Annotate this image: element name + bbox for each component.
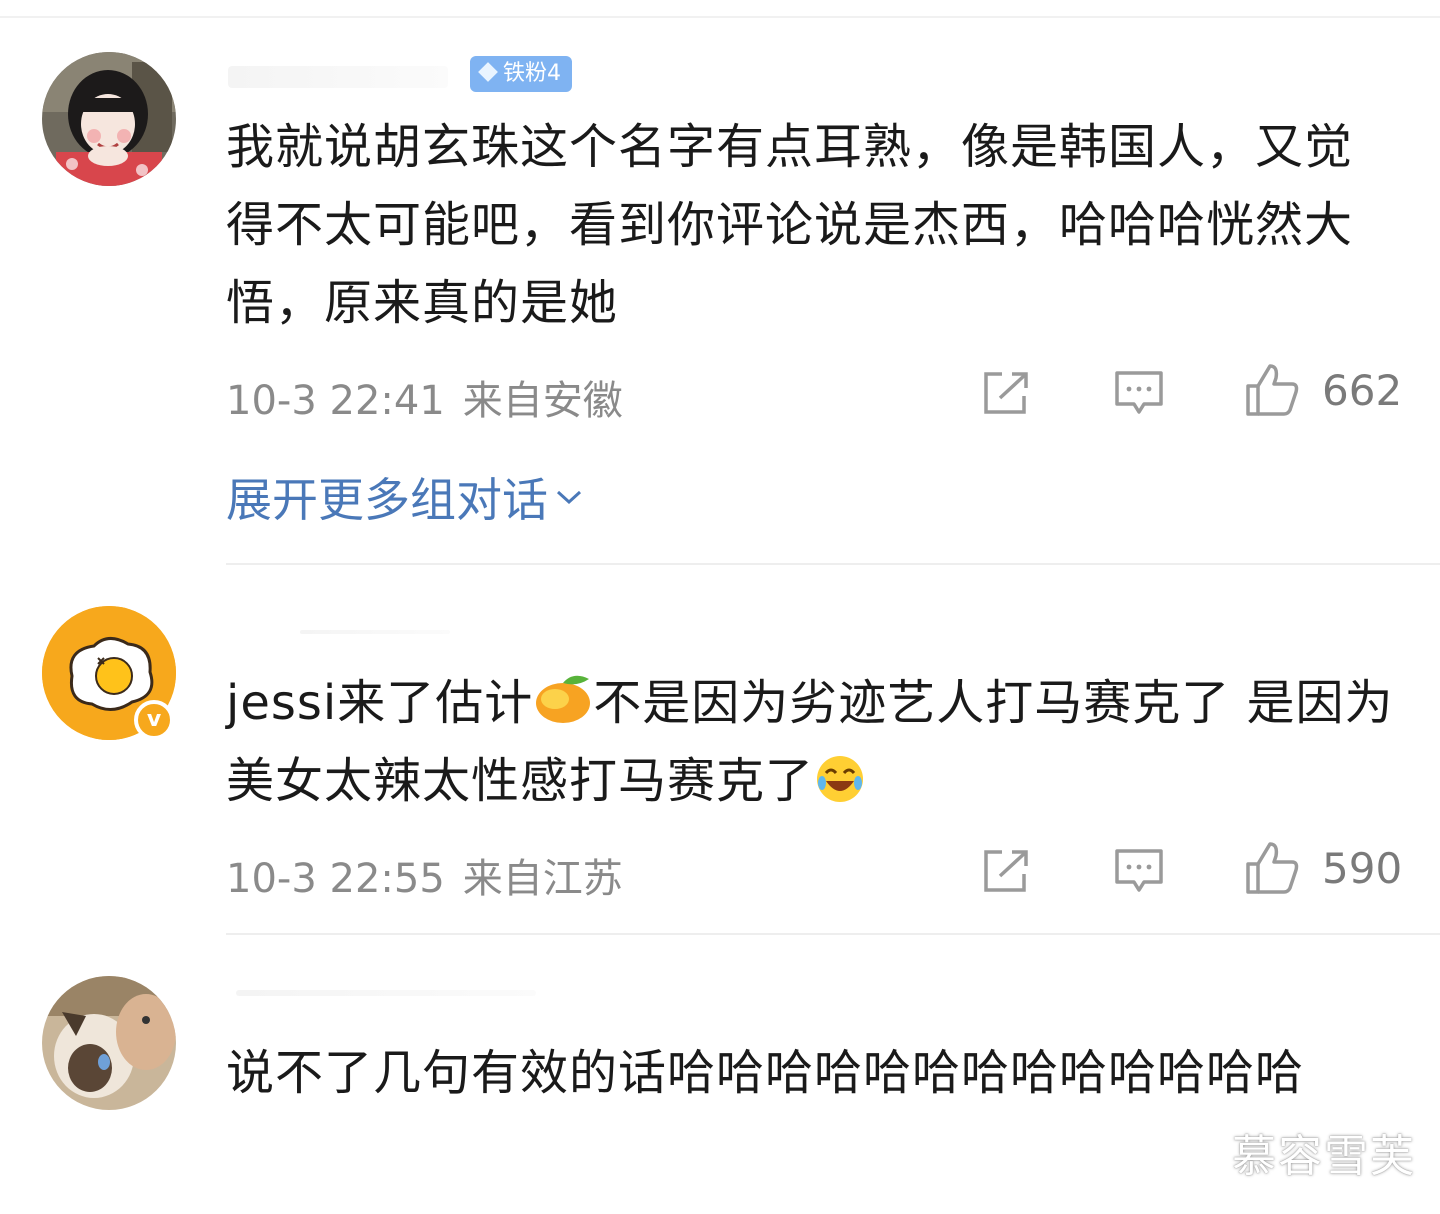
divider — [226, 563, 1440, 565]
avatar[interactable] — [42, 52, 176, 186]
comment-icon — [1115, 371, 1163, 414]
comment-text: 说不了几句有效的话哈哈哈哈哈哈哈哈哈哈哈哈哈 — [226, 1045, 1305, 1101]
thumbs-up-icon — [1246, 842, 1299, 894]
share-icon — [984, 850, 1028, 892]
comment-icon — [1115, 849, 1163, 892]
share-button[interactable] — [982, 370, 1032, 416]
reply-button[interactable] — [1114, 848, 1164, 896]
like-count: 662 — [1322, 365, 1403, 415]
comment-location: 来自江苏 — [462, 856, 623, 902]
share-icon — [984, 372, 1028, 414]
divider — [226, 933, 1440, 935]
expand-conversation-link[interactable]: 展开更多组对话 — [226, 464, 584, 530]
comment-time: 10-3 22:55 — [226, 856, 445, 902]
chevron-down-icon — [556, 490, 582, 505]
expand-label: 展开更多组对话 — [226, 473, 548, 527]
avatar[interactable] — [42, 976, 176, 1110]
username[interactable] — [236, 990, 536, 996]
username[interactable] — [300, 630, 450, 634]
laugh-cry-emoji — [817, 756, 864, 802]
like-button[interactable]: 662 — [1244, 362, 1402, 418]
username[interactable] — [228, 66, 448, 88]
comment-text: jessi来了估计 不是因为劣迹艺人打马赛克了 是因为美女太辣太性感打马赛克了 — [226, 664, 1401, 820]
mango-emoji — [536, 675, 591, 723]
comment-meta: 10-3 22:55 来自江苏 — [226, 846, 623, 904]
verified-badge: v — [134, 700, 174, 740]
comment-location: 来自安徽 — [462, 378, 623, 424]
like-count: 590 — [1322, 843, 1403, 893]
fan-badge[interactable]: 铁粉4 — [470, 56, 572, 92]
comment-text: 我就说胡玄珠这个名字有点耳熟，像是韩国人，又觉得不太可能吧，看到你评论说是杰西，… — [226, 119, 1354, 331]
reply-button[interactable] — [1114, 370, 1164, 418]
share-button[interactable] — [982, 848, 1032, 894]
comment-meta: 10-3 22:41 来自安徽 — [226, 368, 623, 426]
watermark: 慕容雪芙 — [1232, 1131, 1416, 1182]
diamond-icon — [478, 62, 498, 82]
like-button[interactable]: 590 — [1244, 840, 1402, 896]
comment-item: 铁粉4 我就说胡玄珠这个名字有点耳熟，像是韩国人，又觉得不太可能吧，看到你评论说… — [0, 0, 1440, 560]
thumbs-up-icon — [1246, 364, 1299, 416]
comment-time: 10-3 22:41 — [226, 378, 445, 424]
